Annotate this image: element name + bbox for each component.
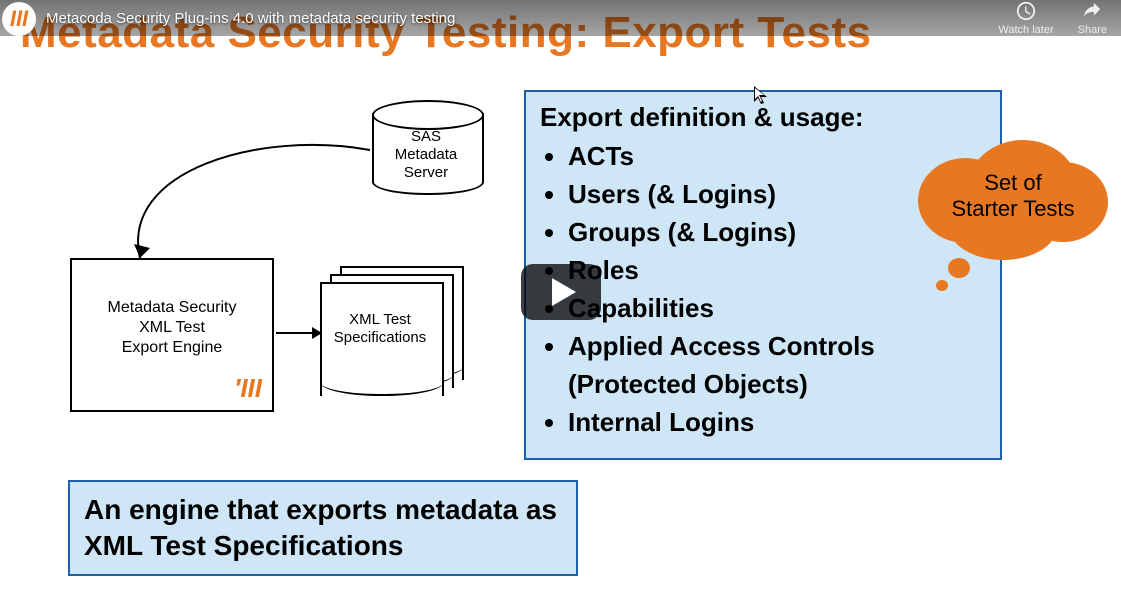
database-label: SAS Metadata Server bbox=[372, 128, 480, 182]
mouse-cursor-icon bbox=[754, 86, 770, 106]
channel-avatar[interactable]: III bbox=[2, 2, 36, 36]
clock-icon bbox=[1015, 0, 1037, 22]
metacoda-logo-icon: ′III bbox=[234, 373, 262, 404]
diagram-xml-docs: XML Test Specifications bbox=[320, 266, 470, 396]
share-button[interactable]: Share bbox=[1078, 0, 1107, 36]
starter-tests-callout: Set of Starter Tests bbox=[918, 140, 1108, 260]
diagram-export-engine: Metadata Security XML Test Export Engine… bbox=[70, 258, 274, 412]
share-icon bbox=[1081, 0, 1103, 22]
caption-box: An engine that exports metadata as XML T… bbox=[68, 480, 578, 576]
watch-later-button[interactable]: Watch later bbox=[998, 0, 1053, 36]
panel-heading: Export definition & usage: bbox=[540, 102, 986, 133]
video-title[interactable]: Metacoda Security Plug-ins 4.0 with meta… bbox=[46, 10, 998, 27]
diagram-arrow-curve bbox=[110, 140, 390, 270]
diagram-arrow-right bbox=[276, 332, 320, 334]
video-player-frame: Metadata Security Testing: Export Tests … bbox=[0, 0, 1121, 607]
video-top-bar: III Metacoda Security Plug-ins 4.0 with … bbox=[0, 0, 1121, 36]
play-button[interactable] bbox=[521, 264, 601, 320]
